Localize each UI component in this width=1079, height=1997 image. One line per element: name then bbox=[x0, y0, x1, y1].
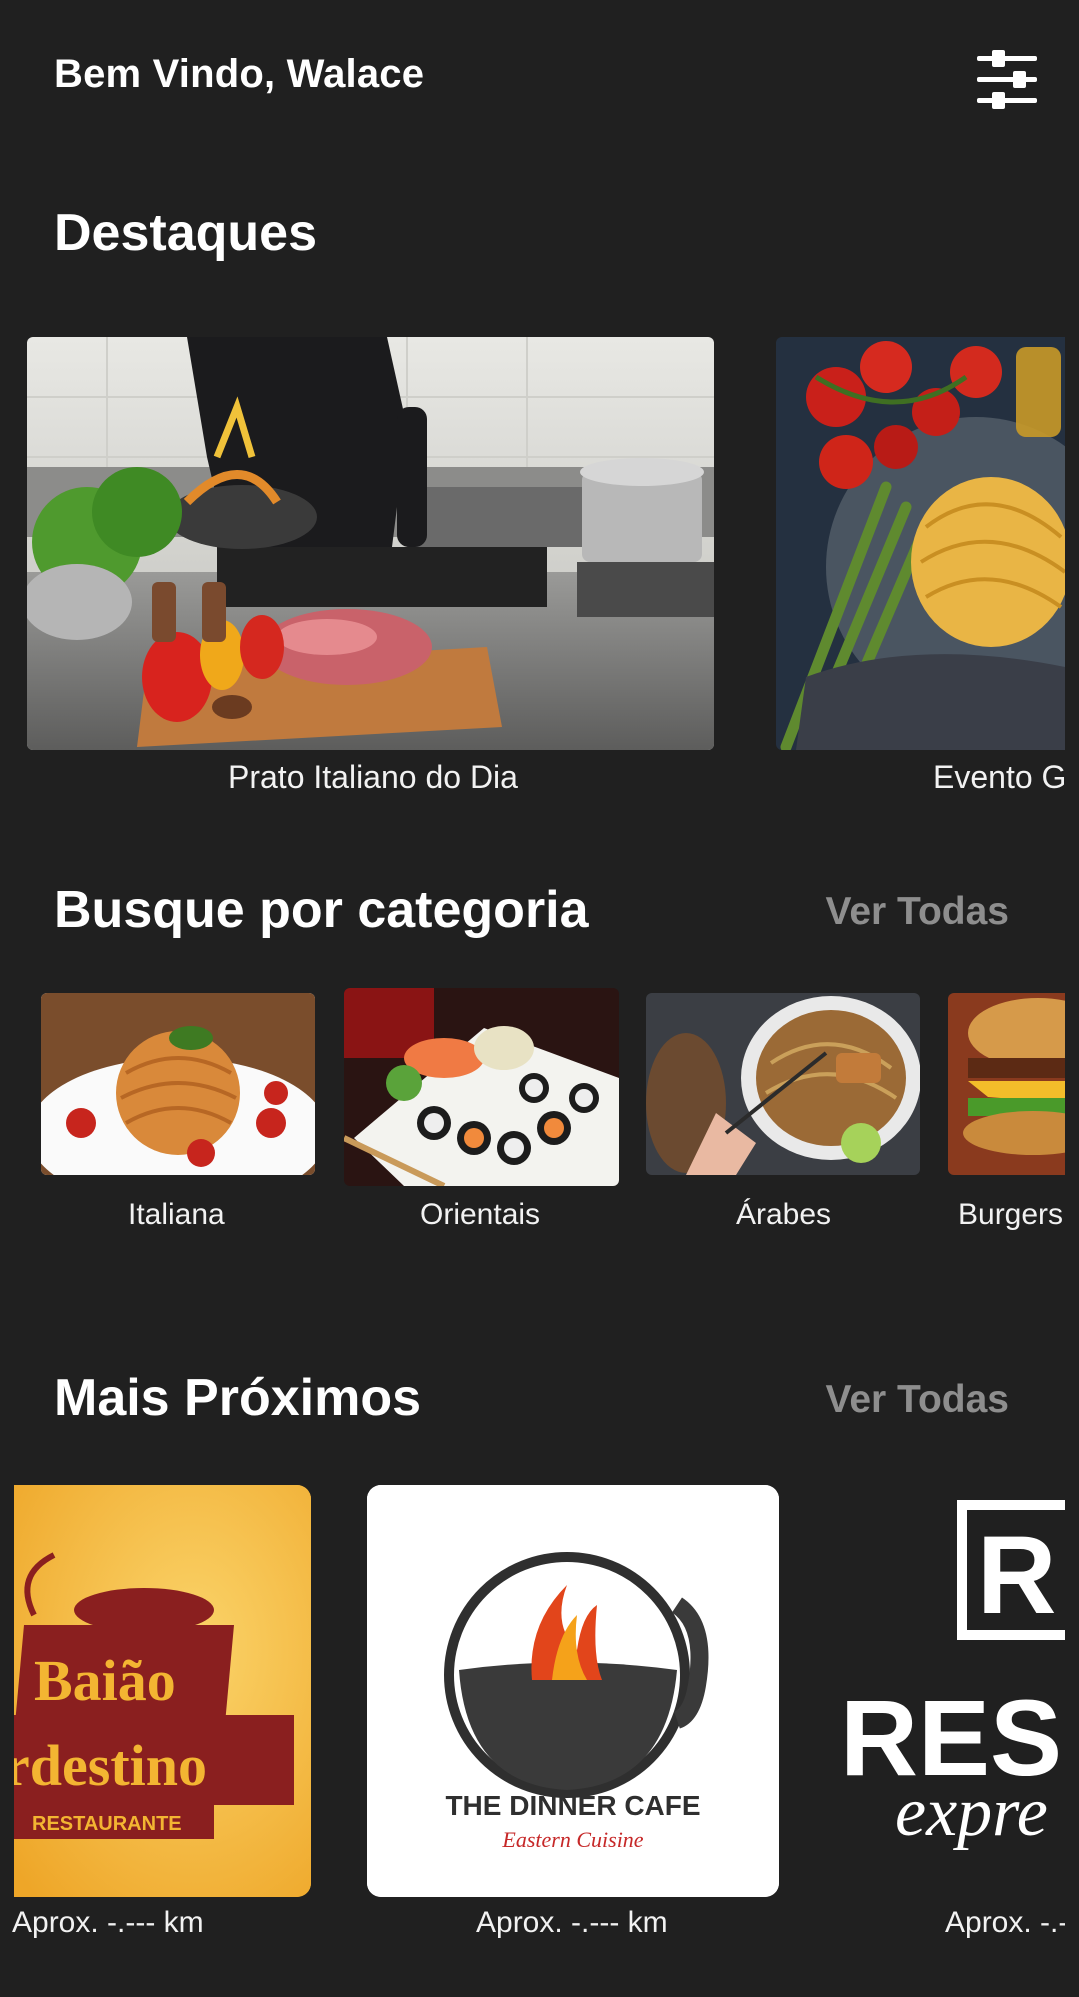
sliders-icon bbox=[977, 50, 1037, 109]
categories-see-all-link[interactable]: Ver Todas bbox=[825, 890, 1009, 934]
category-label: Italiana bbox=[128, 1198, 225, 1231]
burger-image bbox=[948, 993, 1065, 1175]
restaurant-distance: Aprox. -.--- km bbox=[476, 1906, 668, 1939]
highlight-card-event[interactable] bbox=[776, 337, 1065, 750]
baiao-logo: Baião rdestino RESTAURANTE bbox=[14, 1485, 311, 1897]
sushi-platter-image bbox=[344, 988, 619, 1186]
dinner-cafe-logo: THE DINNER CAFE Eastern Cuisine bbox=[367, 1485, 779, 1897]
baiao-logo-line2: rdestino bbox=[14, 1733, 207, 1798]
content-viewport: Bem Vindo, Walace Destaques Prato Italia… bbox=[0, 0, 1065, 1997]
resto-logo-line1: R bbox=[977, 1514, 1056, 1637]
restaurant-distance: Aprox. -.--- km bbox=[12, 1906, 204, 1939]
home-screen: Bem Vindo, Walace Destaques Prato Italia… bbox=[0, 0, 1079, 1997]
category-label: Burgers bbox=[958, 1198, 1064, 1231]
restaurant-distance: Aprox. -.- bbox=[945, 1906, 1065, 1939]
highlight-card-italian-dish[interactable] bbox=[27, 337, 714, 750]
dinner-cafe-logo-line2: Eastern Cuisine bbox=[501, 1827, 643, 1852]
restaurant-card-dinner-cafe[interactable]: THE DINNER CAFE Eastern Cuisine bbox=[367, 1485, 779, 1897]
category-arabes[interactable] bbox=[646, 993, 920, 1175]
category-italiana[interactable] bbox=[41, 993, 315, 1175]
category-label: Orientais bbox=[420, 1198, 541, 1231]
highlight-caption: Prato Italiano do Dia bbox=[228, 759, 518, 795]
pasta-tomatoes-image bbox=[776, 337, 1065, 750]
restaurant-card-baiao[interactable]: Baião rdestino RESTAURANTE bbox=[14, 1485, 311, 1897]
nearby-title: Mais Próximos bbox=[54, 1369, 422, 1427]
filter-button[interactable] bbox=[975, 48, 1039, 110]
category-label: Árabes bbox=[736, 1198, 832, 1231]
restaurant-card-resto-express[interactable]: R RES expre bbox=[835, 1485, 1065, 1897]
category-orientais[interactable] bbox=[344, 988, 619, 1186]
resto-logo-line3: expre bbox=[895, 1774, 1048, 1851]
noodle-bowl-image bbox=[646, 993, 920, 1175]
nearby-see-all-link[interactable]: Ver Todas bbox=[825, 1378, 1009, 1422]
highlights-title: Destaques bbox=[54, 204, 317, 262]
highlight-caption: Evento G bbox=[933, 759, 1065, 795]
resto-express-logo: R RES expre bbox=[835, 1485, 1065, 1897]
kitchen-chef-image bbox=[27, 337, 714, 750]
dinner-cafe-logo-line1: THE DINNER CAFE bbox=[445, 1790, 700, 1821]
welcome-greeting: Bem Vindo, Walace bbox=[54, 52, 425, 96]
baiao-logo-line1: Baião bbox=[34, 1648, 176, 1713]
categories-title: Busque por categoria bbox=[54, 881, 589, 939]
category-burgers[interactable] bbox=[948, 993, 1065, 1175]
spaghetti-image bbox=[41, 993, 315, 1175]
baiao-logo-line3: RESTAURANTE bbox=[32, 1813, 182, 1835]
